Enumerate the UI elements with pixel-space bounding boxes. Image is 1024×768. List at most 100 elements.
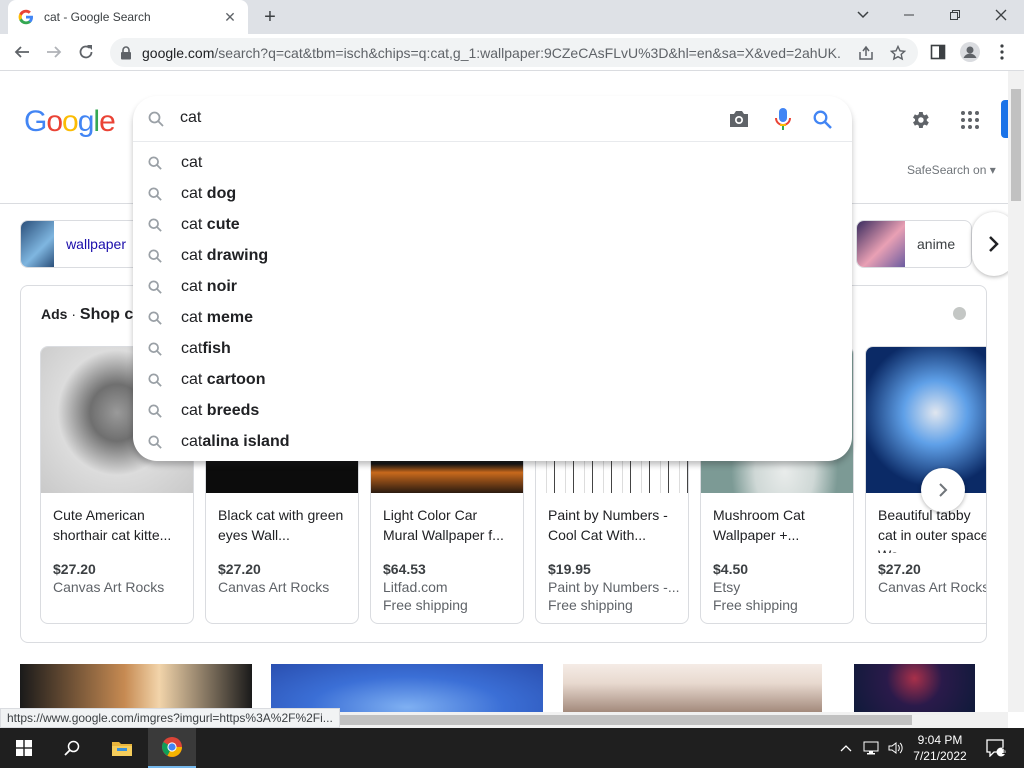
chevron-up-icon <box>840 745 852 752</box>
chevron-down-icon <box>857 11 869 19</box>
show-hidden-icons-button[interactable] <box>834 728 858 768</box>
restore-button[interactable] <box>932 0 978 30</box>
search-icon <box>148 111 164 127</box>
image-result[interactable] <box>271 664 543 712</box>
image-result[interactable] <box>854 664 975 712</box>
suggestion-item[interactable]: cat fish <box>133 333 852 364</box>
address-bar[interactable]: google.com/search?q=cat&tbm=isch&chips=q… <box>110 38 918 67</box>
windows-logo-icon <box>16 740 32 756</box>
suggestion-completion: breeds <box>206 401 260 419</box>
ads-info-icon[interactable] <box>953 307 966 320</box>
suggestion-item[interactable]: cat breeds <box>133 395 852 426</box>
suggestion-item[interactable]: cat alina island <box>133 426 852 457</box>
search-icon <box>148 279 166 294</box>
suggestion-item[interactable]: cat cute <box>133 209 852 240</box>
clock-date: 7/21/2022 <box>913 749 967 763</box>
product-shipping: Free shipping <box>383 597 468 613</box>
ads-label: Ads <box>41 306 68 322</box>
product-store: Canvas Art Rocks <box>878 579 987 595</box>
notification-count: 1 <box>1001 746 1007 756</box>
safesearch-toggle[interactable]: SafeSearch on ▾ <box>907 163 996 177</box>
restore-icon <box>950 10 960 20</box>
close-window-button[interactable] <box>978 0 1024 30</box>
product-image <box>866 347 986 493</box>
minimize-button[interactable] <box>886 0 932 30</box>
suggestion-prefix: cat <box>181 215 207 233</box>
close-tab-icon[interactable]: ✕ <box>222 9 238 26</box>
product-name: Paint by Numbers - Cool Cat With... <box>548 507 668 543</box>
tab-strip: cat - Google Search ✕ + <box>0 0 1024 34</box>
horizontal-scroll-thumb[interactable] <box>338 715 912 725</box>
chrome-taskbar-button[interactable] <box>148 728 196 768</box>
suggestion-prefix: cat <box>181 308 207 326</box>
product-price: $64.53 <box>383 561 426 577</box>
suggestion-prefix: cat <box>181 277 207 295</box>
google-logo[interactable]: Google <box>24 105 116 139</box>
settings-button[interactable] <box>908 108 932 132</box>
side-panel-button[interactable] <box>926 40 950 64</box>
profile-button[interactable] <box>958 40 982 64</box>
suggestion-prefix: cat <box>181 184 207 202</box>
logo-letter: e <box>99 105 116 138</box>
taskbar-clock[interactable]: 9:04 PM 7/21/2022 <box>912 732 968 764</box>
search-autocomplete: cat cat cat dog cat cute cat drawing cat… <box>133 96 852 461</box>
network-button[interactable] <box>858 728 884 768</box>
suggestion-item[interactable]: cat dog <box>133 178 852 209</box>
share-icon[interactable] <box>856 43 876 63</box>
suggestion-item[interactable]: cat meme <box>133 302 852 333</box>
camera-icon[interactable] <box>728 109 750 129</box>
search-box[interactable]: cat <box>133 96 852 142</box>
suggestion-item[interactable]: cat drawing <box>133 240 852 271</box>
vertical-scrollbar[interactable] <box>1008 71 1024 712</box>
google-apps-button[interactable] <box>958 108 982 132</box>
microphone-icon[interactable] <box>775 107 791 131</box>
suggestion-list: cat cat dog cat cute cat drawing cat noi… <box>133 147 852 457</box>
suggestion-item[interactable]: cat <box>133 147 852 178</box>
chrome-menu-button[interactable] <box>990 40 1014 64</box>
new-tab-button[interactable]: + <box>258 6 282 28</box>
vertical-scroll-thumb[interactable] <box>1011 89 1021 201</box>
tab-search-button[interactable] <box>840 0 886 30</box>
chip-label: anime <box>917 236 956 252</box>
url-path: /search?q=cat&tbm=isch&chips=q:cat,g_1:w… <box>214 44 842 61</box>
search-icon <box>148 186 166 201</box>
ads-title: Shop c <box>79 306 134 323</box>
suggestion-item[interactable]: cat cartoon <box>133 364 852 395</box>
volume-button[interactable] <box>884 728 908 768</box>
url-text: google.com/search?q=cat&tbm=isch&chips=q… <box>142 45 842 61</box>
search-input[interactable]: cat <box>180 109 201 127</box>
suggestion-prefix: cat <box>181 153 203 171</box>
start-button[interactable] <box>0 728 48 768</box>
search-submit-icon[interactable] <box>813 110 832 129</box>
product-price: $4.50 <box>713 561 749 577</box>
forward-button[interactable] <box>42 40 66 64</box>
ads-next-button[interactable] <box>921 468 965 512</box>
action-center-button[interactable]: 1 <box>976 728 1016 768</box>
lock-icon <box>121 45 131 59</box>
tab-title: cat - Google Search <box>44 10 151 24</box>
product-store: Canvas Art Rocks <box>53 579 165 595</box>
product-store: Paint by Numbers -... <box>548 579 680 595</box>
suggestion-item[interactable]: cat noir <box>133 271 852 302</box>
more-vert-icon <box>1000 44 1004 60</box>
bookmark-star-icon[interactable] <box>888 43 908 63</box>
suggestion-completion: alina island <box>202 432 290 450</box>
reload-button[interactable] <box>74 40 98 64</box>
chip-wallpaper[interactable]: wallpaper <box>20 220 138 268</box>
back-button[interactable] <box>10 40 34 64</box>
taskbar-search-button[interactable] <box>48 728 96 768</box>
search-icon <box>148 372 166 387</box>
chip-anime[interactable]: anime <box>856 220 972 268</box>
product-name: Mushroom Cat Wallpaper +... <box>713 507 805 543</box>
file-explorer-button[interactable] <box>98 728 146 768</box>
chip-label: wallpaper <box>66 236 126 252</box>
product-price: $27.20 <box>53 561 96 577</box>
suggestion-completion: cartoon <box>206 370 266 388</box>
product-shipping: Free shipping <box>713 597 798 613</box>
browser-tab[interactable]: cat - Google Search ✕ <box>8 0 248 34</box>
gear-icon <box>913 112 929 128</box>
side-panel-icon <box>930 44 946 60</box>
image-result[interactable] <box>563 664 822 712</box>
image-result[interactable] <box>20 664 252 712</box>
chip-thumbnail <box>21 221 55 267</box>
